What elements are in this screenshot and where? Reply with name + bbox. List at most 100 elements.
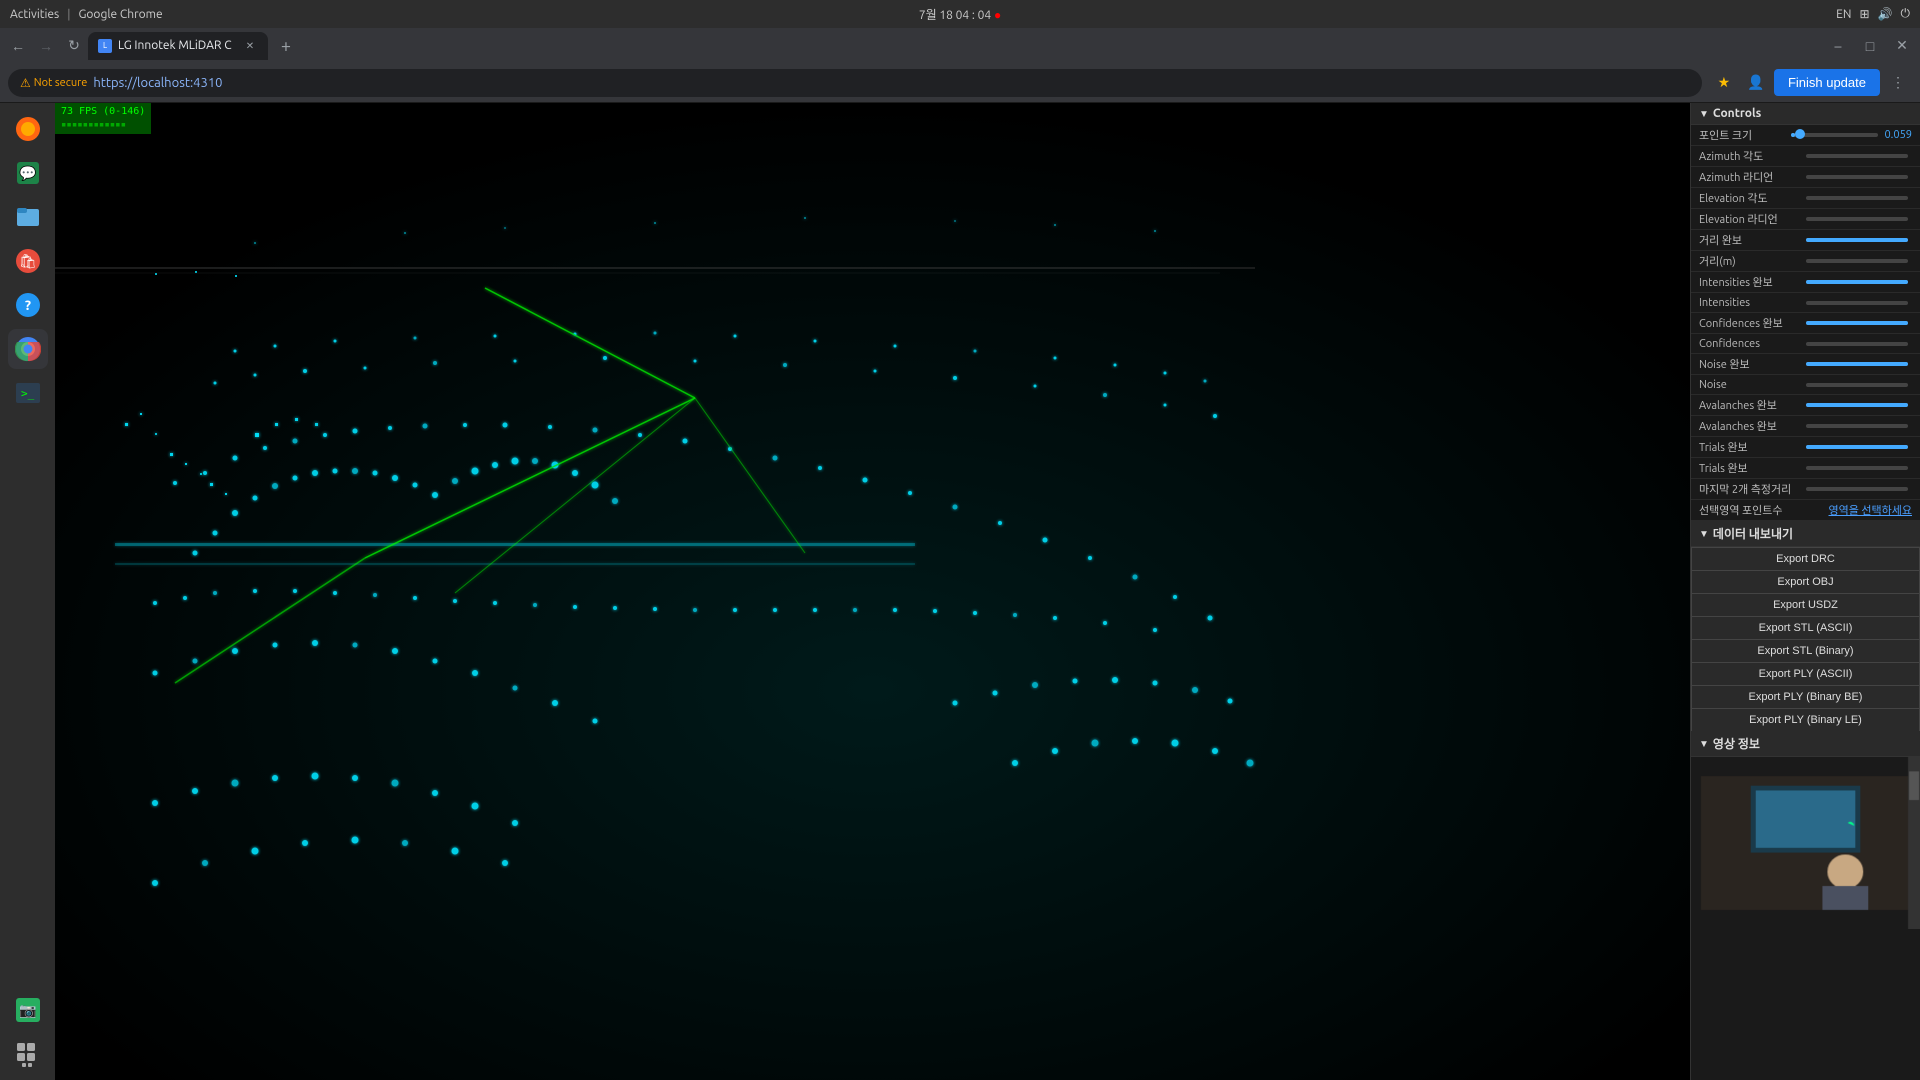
slider-distance-m[interactable] xyxy=(1806,259,1909,263)
tab-favicon: L xyxy=(98,39,112,53)
close-window-button[interactable]: ✕ xyxy=(1888,32,1916,60)
controls-title: Controls xyxy=(1713,107,1761,120)
video-thumbnail xyxy=(1691,757,1920,929)
volume-icon: 🔊 xyxy=(1878,7,1893,21)
svg-text:>_: >_ xyxy=(21,387,35,400)
svg-text:🛍: 🛍 xyxy=(19,253,37,269)
control-row-azimuth-angle: Azimuth 각도 xyxy=(1691,146,1920,167)
os-sidebar: 💬 🛍 ? >_ xyxy=(0,103,55,1080)
control-row-elevation-angle: Elevation 각도 xyxy=(1691,188,1920,209)
fps-counter: 73 FPS (0-146) ▪▪▪▪▪▪▪▪▪▪▪▪ xyxy=(55,103,151,134)
control-row-elevation-radian: Elevation 라디언 xyxy=(1691,209,1920,230)
slider-confidences[interactable] xyxy=(1806,342,1909,346)
control-row-avalanches-range2: Avalanches 완보 xyxy=(1691,416,1920,437)
selected-area-link[interactable]: 영역을 선택하세요 xyxy=(1829,502,1912,518)
security-indicator: ⚠ Not secure xyxy=(20,76,87,90)
svg-text:📷: 📷 xyxy=(19,1002,36,1019)
active-tab[interactable]: L LG Innotek MLiDAR C ✕ xyxy=(88,32,268,60)
export-stl-ascii-button[interactable]: Export STL (ASCII) xyxy=(1691,616,1920,639)
slider-elevation-angle[interactable] xyxy=(1806,196,1909,200)
app-chrome[interactable] xyxy=(8,329,48,369)
datetime-display: 7월 18 04 : 04 ● xyxy=(919,9,1001,22)
export-stl-binary-button[interactable]: Export STL (Binary) xyxy=(1691,639,1920,662)
control-row-azimuth-radian: Azimuth 라디언 xyxy=(1691,167,1920,188)
selected-area-row: 선택영역 포인트수 영역을 선택하세요 xyxy=(1691,500,1920,521)
menu-button[interactable]: ⋮ xyxy=(1884,69,1912,97)
svg-text:💬: 💬 xyxy=(19,165,37,182)
video-canvas xyxy=(1691,757,1920,929)
forward-button[interactable]: → xyxy=(32,32,60,60)
url-input[interactable]: ⚠ Not secure https://localhost:4310 xyxy=(8,69,1702,97)
close-tab-button[interactable]: ✕ xyxy=(242,38,258,54)
slider-avalanches-range2[interactable] xyxy=(1806,424,1909,428)
slider-noise[interactable] xyxy=(1806,383,1909,387)
slider-distance-range[interactable] xyxy=(1806,238,1909,242)
export-section-header[interactable]: ▼ 데이터 내보내기 xyxy=(1691,521,1920,547)
window-controls: – □ ✕ xyxy=(1824,32,1916,60)
app-firefox[interactable] xyxy=(8,109,48,149)
slider-trials-range[interactable] xyxy=(1806,445,1909,449)
title-bar: ← → ↻ L LG Innotek MLiDAR C ✕ + – □ ✕ xyxy=(0,28,1920,63)
slider-noise-range[interactable] xyxy=(1806,362,1909,366)
slider-intensities-range[interactable] xyxy=(1806,280,1909,284)
lang-indicator[interactable]: EN xyxy=(1836,8,1851,21)
app-screenshot[interactable]: 📷 xyxy=(8,990,48,1030)
os-topbar: Activities | Google Chrome 7월 18 04 : 04… xyxy=(0,0,1920,28)
new-tab-button[interactable]: + xyxy=(272,32,300,60)
video-title: 영상 정보 xyxy=(1713,735,1760,752)
network-icon: ⊞ xyxy=(1859,7,1869,21)
video-chevron: ▼ xyxy=(1699,738,1709,750)
control-row-trials-range: Trials 완보 xyxy=(1691,437,1920,458)
controls-chevron: ▼ xyxy=(1699,108,1709,120)
export-ply-ascii-button[interactable]: Export PLY (ASCII) xyxy=(1691,662,1920,685)
slider-azimuth-angle[interactable] xyxy=(1806,154,1909,158)
activities-button[interactable]: Activities xyxy=(10,8,59,21)
address-bar: ⚠ Not secure https://localhost:4310 ★ 👤 … xyxy=(0,63,1920,103)
app-files[interactable] xyxy=(8,197,48,237)
control-row-distance-m: 거리(m) xyxy=(1691,251,1920,272)
minimize-button[interactable]: – xyxy=(1824,32,1852,60)
control-row-unknown: 포인트 크기 0.059 xyxy=(1691,125,1920,146)
point-cloud-canvas xyxy=(55,103,1690,1080)
control-row-distance-range: 거리 완보 xyxy=(1691,230,1920,251)
slider-last2-distance[interactable] xyxy=(1806,487,1909,491)
chrome-window: ← → ↻ L LG Innotek MLiDAR C ✕ + – □ ✕ ⚠ … xyxy=(0,28,1920,1080)
tab-title: LG Innotek MLiDAR C xyxy=(118,39,236,52)
back-button[interactable]: ← xyxy=(4,32,32,60)
slider-pointsize[interactable] xyxy=(1791,133,1879,137)
control-row-confidences-range: Confidences 완보 xyxy=(1691,313,1920,334)
export-ply-le-button[interactable]: Export PLY (Binary LE) xyxy=(1691,708,1920,731)
control-row-last2-distance: 마지막 2개 측정거리 xyxy=(1691,479,1920,500)
maximize-button[interactable]: □ xyxy=(1856,32,1884,60)
content-area: 💬 🛍 ? >_ xyxy=(0,103,1920,1080)
slider-azimuth-radian[interactable] xyxy=(1806,175,1909,179)
export-usdz-button[interactable]: Export USDZ xyxy=(1691,593,1920,616)
control-row-avalanches-range: Avalanches 완보 xyxy=(1691,395,1920,416)
svg-text:?: ? xyxy=(24,297,30,313)
slider-elevation-radian[interactable] xyxy=(1806,217,1909,221)
app-help[interactable]: ? xyxy=(8,285,48,325)
slider-avalanches-range[interactable] xyxy=(1806,403,1909,407)
slider-confidences-range[interactable] xyxy=(1806,321,1909,325)
export-obj-button[interactable]: Export OBJ xyxy=(1691,570,1920,593)
slider-trials-range2[interactable] xyxy=(1806,466,1909,470)
video-section-header[interactable]: ▼ 영상 정보 xyxy=(1691,731,1920,757)
export-drc-button[interactable]: Export DRC xyxy=(1691,547,1920,570)
bookmark-button[interactable]: ★ xyxy=(1710,69,1738,97)
controls-section-header[interactable]: ▼ Controls xyxy=(1691,103,1920,125)
app-ubuntu-software[interactable]: 🛍 xyxy=(8,241,48,281)
export-ply-be-button[interactable]: Export PLY (Binary BE) xyxy=(1691,685,1920,708)
slider-intensities[interactable] xyxy=(1806,301,1909,305)
finish-update-button[interactable]: Finish update xyxy=(1774,69,1880,96)
viewport[interactable]: 73 FPS (0-146) ▪▪▪▪▪▪▪▪▪▪▪▪ xyxy=(55,103,1690,1080)
address-right: ★ 👤 Finish update ⋮ xyxy=(1710,69,1912,97)
app-messaging[interactable]: 💬 xyxy=(8,153,48,193)
control-row-noise: Noise xyxy=(1691,375,1920,395)
reload-button[interactable]: ↻ xyxy=(60,32,88,60)
profile-button[interactable]: 👤 xyxy=(1742,69,1770,97)
show-apps-button[interactable] xyxy=(8,1034,48,1074)
url-text: https://localhost:4310 xyxy=(93,76,222,90)
power-icon: ⏻ xyxy=(1901,7,1911,21)
control-row-confidences: Confidences xyxy=(1691,334,1920,354)
app-terminal[interactable]: >_ xyxy=(8,373,48,413)
